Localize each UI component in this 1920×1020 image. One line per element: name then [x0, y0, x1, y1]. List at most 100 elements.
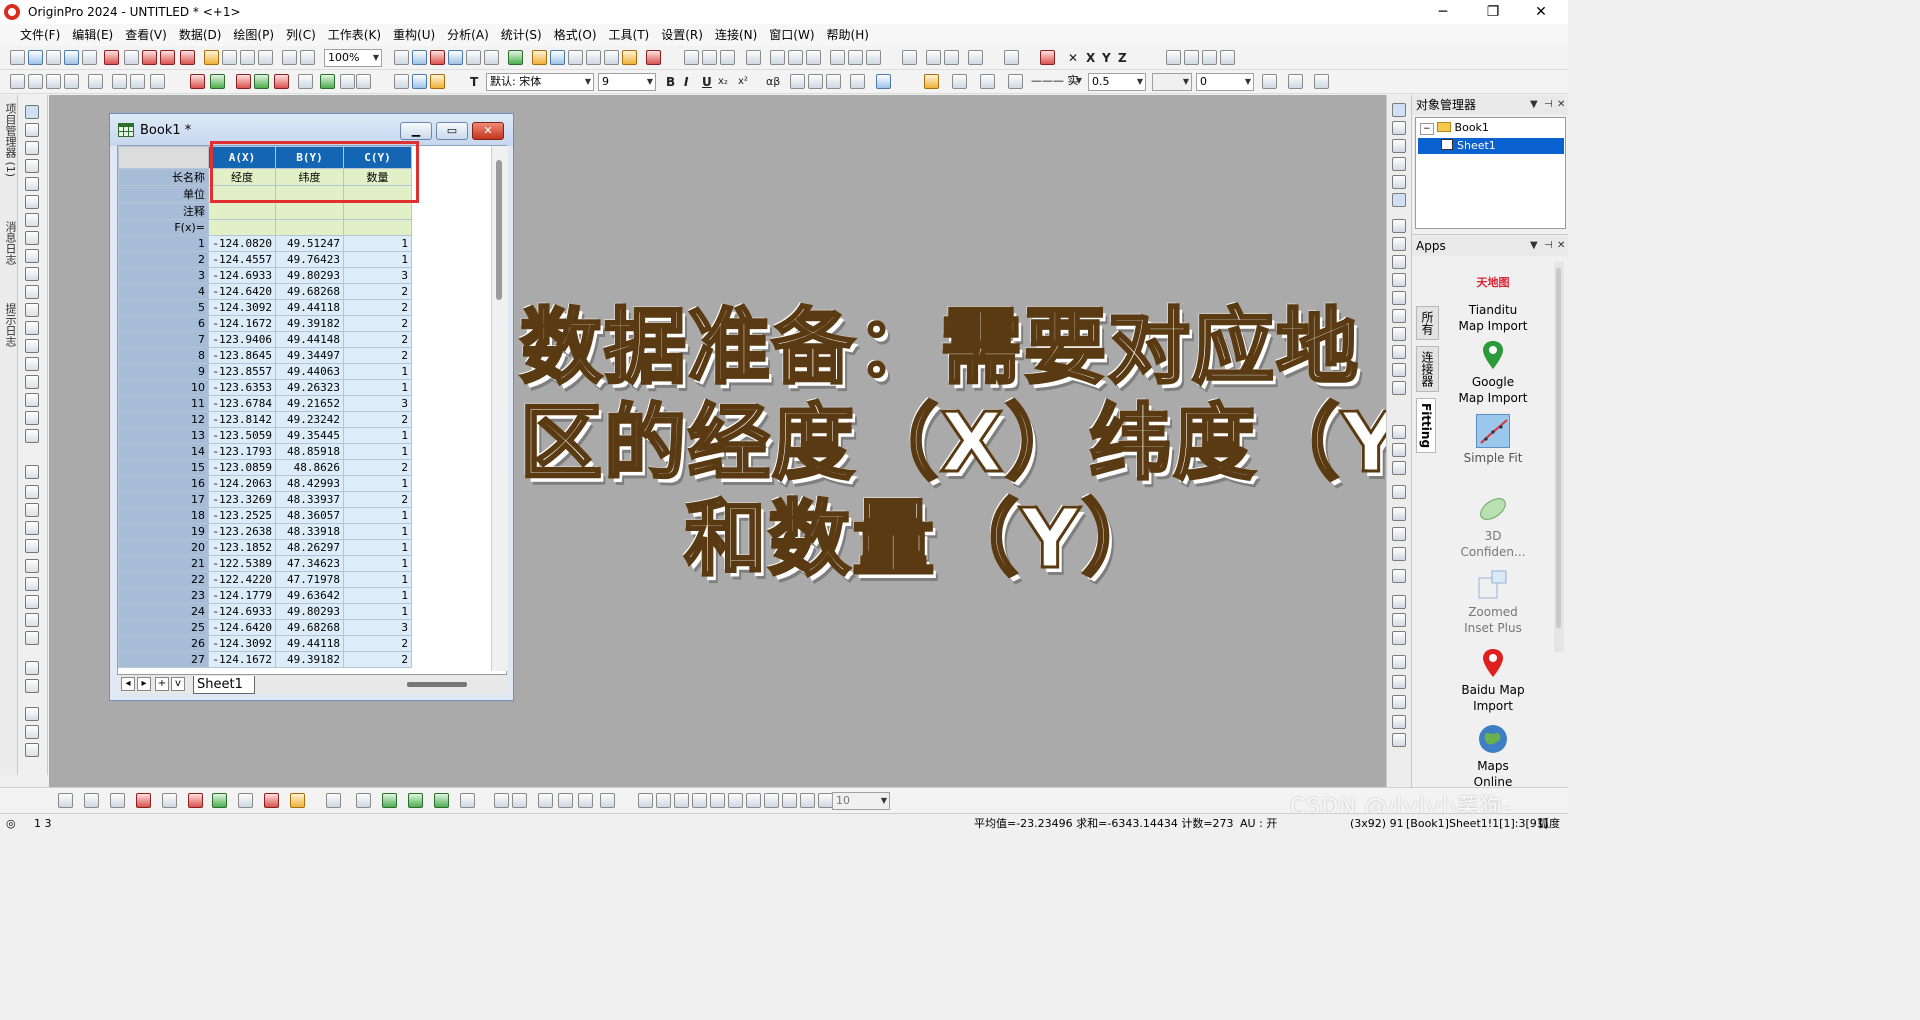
- cell-longitude[interactable]: -124.3092: [208, 635, 276, 652]
- surface-icon[interactable]: [356, 793, 371, 808]
- area-plot-icon[interactable]: [212, 793, 227, 808]
- moon-icon[interactable]: [902, 50, 917, 65]
- row-number[interactable]: 8: [118, 347, 209, 364]
- cell-longitude[interactable]: -124.6933: [208, 603, 276, 620]
- histogram-icon[interactable]: [806, 50, 821, 65]
- right-tool-26-icon[interactable]: [1392, 613, 1406, 627]
- legend-tool-icon[interactable]: [25, 465, 39, 479]
- cell-longitude[interactable]: -123.8557: [208, 363, 276, 380]
- cell-longitude[interactable]: -123.2525: [208, 507, 276, 524]
- ternary-icon[interactable]: [434, 793, 449, 808]
- back-icon[interactable]: [800, 793, 815, 808]
- row-number[interactable]: 1: [118, 235, 209, 252]
- cell-count[interactable]: 2: [343, 299, 412, 316]
- row-number[interactable]: 25: [118, 619, 209, 636]
- status-au[interactable]: AU : 开: [1240, 814, 1277, 834]
- cell-latitude[interactable]: 49.23242: [275, 411, 344, 428]
- cell-longitude[interactable]: -123.6784: [208, 395, 276, 412]
- menu-statistics[interactable]: 统计(S): [495, 24, 548, 46]
- cell-count[interactable]: 2: [343, 411, 412, 428]
- template-icon[interactable]: [460, 793, 475, 808]
- menu-edit[interactable]: 编辑(E): [66, 24, 119, 46]
- column-header-c[interactable]: C(Y): [343, 146, 412, 169]
- line-color-icon[interactable]: [980, 74, 995, 89]
- split-icon[interactable]: [340, 74, 355, 89]
- code-builder-icon[interactable]: [484, 50, 499, 65]
- text-tool-button[interactable]: T: [470, 73, 478, 91]
- box-plot-icon[interactable]: [162, 793, 177, 808]
- row-number[interactable]: 20: [118, 539, 209, 556]
- pie-plot-icon[interactable]: [238, 793, 253, 808]
- copy-page-icon[interactable]: [412, 50, 427, 65]
- new-graph-icon[interactable]: [46, 50, 61, 65]
- cell-latitude[interactable]: 49.44063: [275, 363, 344, 380]
- page-icon[interactable]: [150, 74, 165, 89]
- message-log-tab[interactable]: 消息日志: [2, 221, 17, 265]
- line-style-select[interactable]: ——— 实 ▼: [1028, 73, 1084, 91]
- matrix-tool-icon[interactable]: [25, 559, 39, 573]
- sqrt-tool-icon[interactable]: [25, 631, 39, 645]
- close-button[interactable]: ✕: [1518, 0, 1564, 24]
- add-sheet-button[interactable]: +: [155, 677, 169, 691]
- cell-longitude[interactable]: -123.1852: [208, 539, 276, 556]
- worksheet-col-icon[interactable]: [190, 74, 205, 89]
- tile-icon[interactable]: [64, 74, 79, 89]
- right-tool-5-icon[interactable]: [1392, 175, 1406, 189]
- unmerge-icon[interactable]: [320, 74, 335, 89]
- data-reader-icon[interactable]: [1040, 50, 1055, 65]
- fx-c[interactable]: [343, 219, 412, 236]
- row-number[interactable]: 19: [118, 523, 209, 540]
- superscript-button[interactable]: x²: [738, 73, 748, 91]
- crosshair-icon[interactable]: [25, 159, 39, 173]
- fx-b[interactable]: [275, 219, 344, 236]
- align-right-icon[interactable]: [656, 793, 671, 808]
- link-layers-icon[interactable]: [600, 793, 615, 808]
- font-grow-icon[interactable]: [790, 74, 805, 89]
- smart-hint-icon[interactable]: [622, 50, 637, 65]
- cell-longitude[interactable]: -123.2638: [208, 523, 276, 540]
- cell-latitude[interactable]: 49.80293: [275, 267, 344, 284]
- cell-count[interactable]: 2: [343, 315, 412, 332]
- fill-icon[interactable]: [356, 74, 371, 89]
- underline-button[interactable]: U: [702, 73, 712, 91]
- cell-latitude[interactable]: 47.34623: [275, 555, 344, 572]
- cell-longitude[interactable]: -124.4557: [208, 251, 276, 268]
- cell-latitude[interactable]: 48.33918: [275, 523, 344, 540]
- cell-latitude[interactable]: 49.76423: [275, 251, 344, 268]
- app-baidu-map[interactable]: Baidu Map Import: [1438, 646, 1548, 714]
- apps-tab-fitting[interactable]: Fitting: [1416, 398, 1436, 454]
- bar-chart-icon[interactable]: [770, 50, 785, 65]
- app-simple-fit[interactable]: Simple Fit: [1438, 414, 1548, 466]
- right-tool-10-icon[interactable]: [1392, 273, 1406, 287]
- tree-node-sheet1[interactable]: Sheet1: [1418, 138, 1564, 154]
- layer-icon[interactable]: [968, 50, 983, 65]
- redo-icon[interactable]: [28, 74, 43, 89]
- bottom-size-select[interactable]: 10 ▼: [832, 792, 890, 810]
- cell-longitude[interactable]: -124.6420: [208, 283, 276, 300]
- cell-count[interactable]: 2: [343, 651, 412, 668]
- cell-count[interactable]: 2: [343, 347, 412, 364]
- prev-icon[interactable]: [1184, 50, 1199, 65]
- new-notes-icon[interactable]: [124, 50, 139, 65]
- cell-longitude[interactable]: -122.4220: [208, 571, 276, 588]
- last-icon[interactable]: [1220, 50, 1235, 65]
- cell-count[interactable]: 1: [343, 363, 412, 380]
- column-header-b[interactable]: B(Y): [275, 146, 344, 169]
- comments-c[interactable]: [343, 202, 412, 220]
- cell-longitude[interactable]: -122.5389: [208, 555, 276, 572]
- fx-a[interactable]: [208, 219, 276, 236]
- apps-scrollbar[interactable]: [1554, 262, 1564, 652]
- import-wizard-icon[interactable]: [300, 50, 315, 65]
- lock-tool-icon[interactable]: [25, 661, 39, 675]
- right-tool-6-icon[interactable]: [1392, 193, 1406, 207]
- formula-tool-icon[interactable]: [25, 375, 39, 389]
- hint-log-tab[interactable]: 提示日志: [2, 303, 17, 347]
- long-name-a[interactable]: 经度: [208, 168, 276, 186]
- font-size-select[interactable]: 9 ▼: [598, 73, 656, 91]
- results-log-icon[interactable]: [532, 50, 547, 65]
- menu-settings[interactable]: 设置(R): [655, 24, 709, 46]
- right-tool-30-icon[interactable]: [1392, 695, 1406, 709]
- cell-latitude[interactable]: 49.26323: [275, 379, 344, 396]
- menu-plot[interactable]: 绘图(P): [227, 24, 280, 46]
- cell-count[interactable]: 1: [343, 251, 412, 268]
